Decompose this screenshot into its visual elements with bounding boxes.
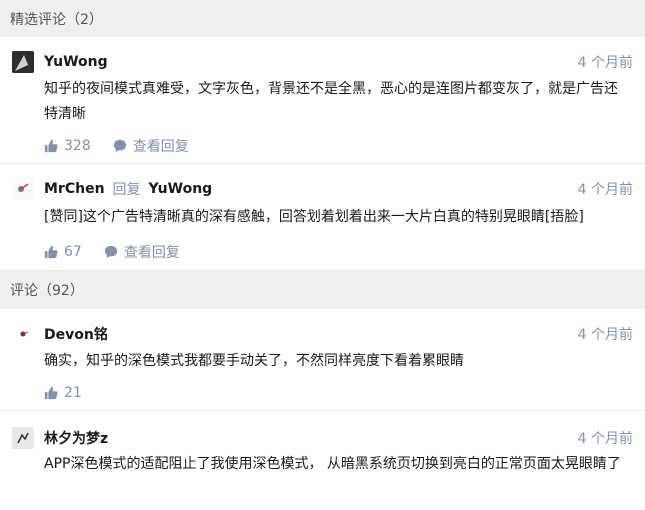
view-replies-button[interactable]: 查看回复 [113,136,189,156]
reply-to-author[interactable]: YuWong [149,181,213,197]
reply-indicator: 回复 [112,182,141,198]
comment-time: 4 个月前 [577,431,633,447]
avatar[interactable] [12,178,34,200]
comment-item: YuWong 4 个月前 知乎的夜间模式真难受，文字灰色，背景还不是全黑，恶心的… [0,37,645,164]
like-count: 67 [64,244,82,260]
view-replies-label: 查看回复 [123,245,180,261]
view-replies-button[interactable]: 查看回复 [104,242,180,262]
comment-item: Devon铭 4 个月前 确实，知乎的深色模式我都要手动关了，不然同样亮度下看着… [0,309,645,411]
like-count: 328 [64,138,91,154]
comment-content: 知乎的夜间模式真难受，文字灰色，背景还不是全黑，恶心的是连图片都变灰了，就是广告… [44,81,618,122]
avatar[interactable] [12,427,34,449]
comment-content: [赞同]这个广告特清晰真的深有感触，回答划着划着出来一大片白真的特别晃眼睛[捂脸… [44,209,584,225]
comment-item: 林夕为梦z 4 个月前 APP深色模式的适配阻止了我使用深色模式， 从暗黑系统页… [0,411,645,477]
like-button[interactable]: 21 [44,385,82,401]
comment-time: 4 个月前 [577,327,633,343]
comment-time: 4 个月前 [577,55,633,71]
featured-comments-header: 精选评论（2） [0,0,645,37]
like-count: 21 [64,385,82,401]
comment-author[interactable]: YuWong [44,54,108,70]
avatar[interactable] [12,51,34,73]
comment-content: APP深色模式的适配阻止了我使用深色模式， 从暗黑系统页切换到亮白的正常页面太晃… [44,456,621,472]
thumbs-up-icon [44,386,58,400]
thumbs-up-icon [44,245,58,259]
comment-author[interactable]: 林夕为梦z [44,428,108,448]
all-comments-header: 评论（92） [0,271,645,309]
comment-content: 确实，知乎的深色模式我都要手动关了，不然同样亮度下看着累眼睛 [44,353,464,369]
thumbs-up-icon [44,139,58,153]
like-button[interactable]: 67 [44,244,82,260]
chat-bubble-icon [104,245,117,259]
comment-item: MrChen 回复 YuWong 4 个月前 [赞同]这个广告特清晰真的深有感触… [0,164,645,271]
like-button[interactable]: 328 [44,138,91,154]
view-replies-label: 查看回复 [132,139,189,155]
comment-author[interactable]: MrChen [44,181,105,197]
comment-time: 4 个月前 [577,182,633,198]
comment-author[interactable]: Devon铭 [44,324,108,344]
chat-bubble-icon [113,139,126,153]
avatar[interactable] [12,323,34,345]
